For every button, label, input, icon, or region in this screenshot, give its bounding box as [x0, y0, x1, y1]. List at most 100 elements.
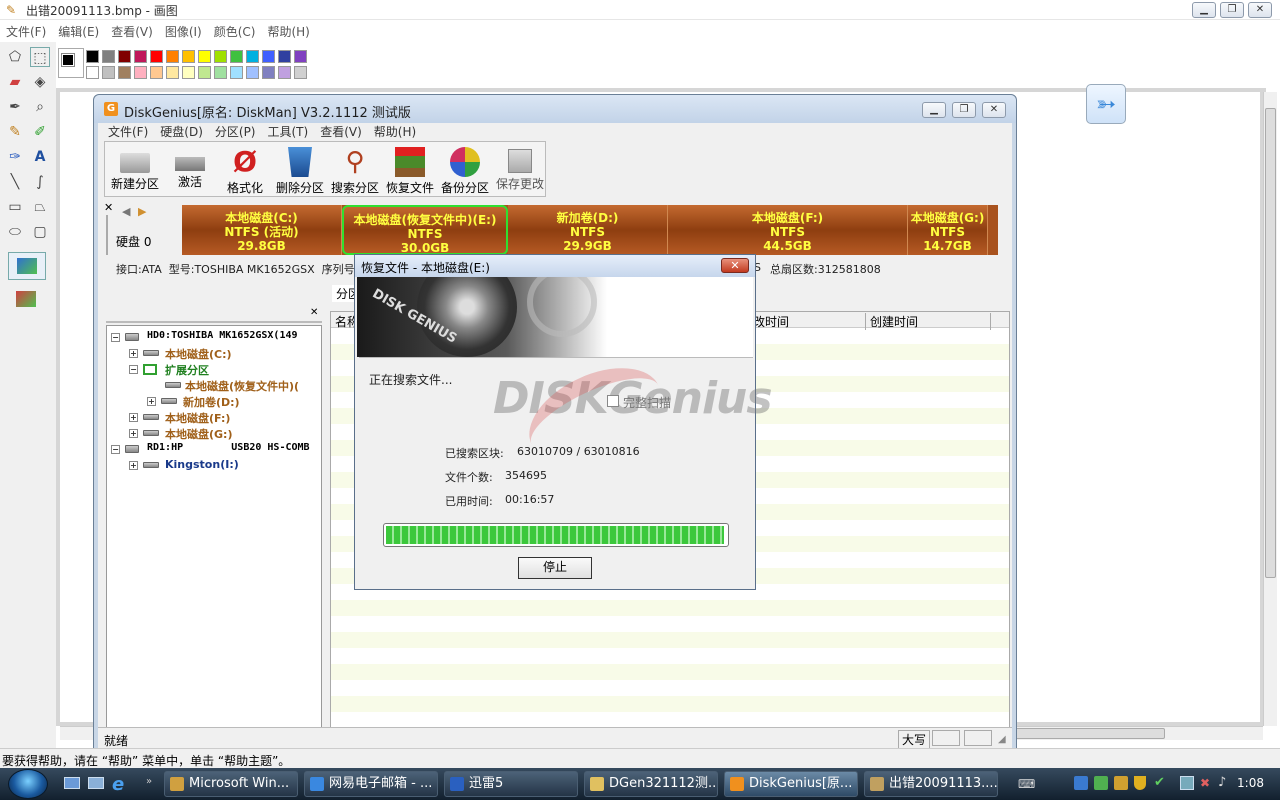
palette-swatch[interactable]	[166, 66, 179, 79]
recover-files-button[interactable]: 恢复文件	[382, 143, 438, 197]
transparent-mode-opaque-icon[interactable]	[8, 252, 46, 280]
tray-security-icon[interactable]: ✖	[1200, 776, 1210, 790]
palette-swatch[interactable]	[86, 50, 99, 63]
taskbar-item-diskgenius[interactable]: DiskGenius[原...	[724, 771, 858, 797]
partition-f[interactable]: 本地磁盘(F:) NTFS 44.5GB	[668, 205, 908, 255]
palette-swatch[interactable]	[198, 66, 211, 79]
palette-swatch[interactable]	[278, 50, 291, 63]
keyboard-icon[interactable]: ⌨	[1018, 777, 1035, 791]
tree-close-icon[interactable]: ✕	[310, 307, 318, 318]
next-disk-icon[interactable]: ▶	[138, 205, 146, 218]
palette-swatch[interactable]	[102, 50, 115, 63]
menu-view[interactable]: 查看(V)	[105, 20, 159, 40]
brush-icon[interactable]: ✐	[30, 122, 50, 142]
palette-swatch[interactable]	[102, 66, 115, 79]
dg-maximize-button[interactable]: ❐	[952, 102, 976, 118]
palette-swatch[interactable]	[166, 50, 179, 63]
current-colors[interactable]	[58, 48, 84, 78]
tray-network-icon[interactable]	[1180, 776, 1194, 790]
close-panel-icon[interactable]: ✕	[104, 201, 113, 214]
taskbar-item-word[interactable]: Microsoft Win...	[164, 771, 298, 797]
dg-menu-disk[interactable]: 硬盘(D)	[154, 123, 209, 141]
palette-swatch[interactable]	[262, 50, 275, 63]
dg-menu-view[interactable]: 查看(V)	[314, 123, 368, 141]
palette-swatch[interactable]	[294, 66, 307, 79]
palette-swatch[interactable]	[230, 66, 243, 79]
dg-close-button[interactable]: ✕	[982, 102, 1006, 118]
palette-swatch[interactable]	[134, 66, 147, 79]
palette-swatch[interactable]	[182, 50, 195, 63]
color-palette[interactable]	[86, 50, 316, 80]
text-icon[interactable]: A	[30, 147, 50, 167]
rectangle-icon[interactable]: ▭	[5, 197, 25, 217]
rect-select-icon[interactable]: ⬚	[30, 47, 50, 67]
dg-menu-tools[interactable]: 工具(T)	[262, 123, 315, 141]
activate-button[interactable]: 激活	[162, 143, 218, 197]
search-partition-button[interactable]: ⚲ 搜索分区	[327, 143, 383, 197]
menu-edit[interactable]: 编辑(E)	[52, 20, 105, 40]
palette-swatch[interactable]	[134, 50, 147, 63]
dg-menu-help[interactable]: 帮助(H)	[368, 123, 422, 141]
palette-swatch[interactable]	[86, 66, 99, 79]
palette-swatch[interactable]	[246, 66, 259, 79]
rounded-rect-icon[interactable]: ▢	[30, 222, 50, 242]
eraser-icon[interactable]: ▰	[5, 72, 25, 92]
menu-file[interactable]: 文件(F)	[0, 20, 52, 40]
taskbar-item-mail[interactable]: 网易电子邮箱 - ...	[304, 771, 438, 797]
vertical-scrollbar[interactable]	[1263, 92, 1277, 726]
line-icon[interactable]: ╲	[5, 172, 25, 192]
palette-swatch[interactable]	[262, 66, 275, 79]
magnifier-icon[interactable]: ⌕	[30, 97, 50, 117]
full-scan-checkbox[interactable]	[607, 395, 619, 407]
prev-disk-icon[interactable]: ◀	[122, 205, 130, 218]
palette-swatch[interactable]	[278, 66, 291, 79]
tray-shield-icon[interactable]	[1134, 776, 1146, 790]
taskbar-item-xunlei[interactable]: 迅雷5	[444, 771, 578, 797]
ellipse-icon[interactable]: ⬭	[5, 222, 25, 242]
partition-d[interactable]: 新加卷(D:) NTFS 29.9GB	[508, 205, 668, 255]
palette-swatch[interactable]	[294, 50, 307, 63]
curve-icon[interactable]: ∫	[30, 172, 50, 192]
tray-app-icon-3[interactable]	[1114, 776, 1128, 790]
dg-minimize-button[interactable]: ▁	[922, 102, 946, 118]
partition-c[interactable]: 本地磁盘(C:) NTFS (活动) 29.8GB	[182, 205, 342, 255]
dg-menu-file[interactable]: 文件(F)	[102, 123, 154, 141]
dialog-close-button[interactable]: ✕	[721, 258, 749, 273]
dg-menu-partition[interactable]: 分区(P)	[209, 123, 262, 141]
palette-swatch[interactable]	[118, 66, 131, 79]
palette-swatch[interactable]	[230, 50, 243, 63]
new-partition-button[interactable]: 新建分区	[107, 143, 163, 197]
partition-e[interactable]: 本地磁盘(恢复文件中)(E:) NTFS 30.0GB	[342, 205, 508, 255]
col-modified[interactable]: 改时间	[753, 313, 789, 330]
pencil-icon[interactable]: ✎	[5, 122, 25, 142]
close-button[interactable]: ✕	[1248, 2, 1272, 18]
delete-partition-button[interactable]: 删除分区	[272, 143, 328, 197]
minimize-button[interactable]: ▁	[1192, 2, 1216, 18]
fill-icon[interactable]: ◈	[30, 72, 50, 92]
menu-help[interactable]: 帮助(H)	[261, 20, 315, 40]
save-changes-button[interactable]: 保存更改	[492, 143, 548, 197]
transparent-mode-clear-icon[interactable]	[8, 286, 46, 314]
palette-swatch[interactable]	[150, 50, 163, 63]
polygon-icon[interactable]: ⏢	[30, 197, 50, 217]
start-button[interactable]	[8, 769, 48, 799]
taskbar-item-dgen[interactable]: DGen321112测...	[584, 771, 718, 797]
taskbar-clock[interactable]: 1:08	[1237, 776, 1264, 790]
tray-app-icon-1[interactable]	[1074, 776, 1088, 790]
airbrush-icon[interactable]: ✑	[5, 147, 25, 167]
format-button[interactable]: Ø 格式化	[217, 143, 273, 197]
col-created[interactable]: 创建时间	[865, 313, 991, 330]
switch-windows-icon[interactable]	[88, 777, 104, 789]
menu-image[interactable]: 图像(I)	[159, 20, 208, 40]
show-desktop-icon[interactable]	[64, 777, 80, 789]
taskbar-item-paint[interactable]: 出错20091113....	[864, 771, 998, 797]
ie-icon[interactable]: e	[112, 774, 124, 795]
quicklaunch-more-icon[interactable]: »	[146, 776, 152, 787]
tray-app-icon-2[interactable]	[1094, 776, 1108, 790]
tray-volume-icon[interactable]: ♪	[1218, 775, 1226, 790]
menu-colors[interactable]: 颜色(C)	[208, 20, 262, 40]
palette-swatch[interactable]	[246, 50, 259, 63]
maximize-button[interactable]: ❐	[1220, 2, 1244, 18]
stop-button[interactable]: 停止	[518, 557, 592, 579]
palette-swatch[interactable]	[150, 66, 163, 79]
